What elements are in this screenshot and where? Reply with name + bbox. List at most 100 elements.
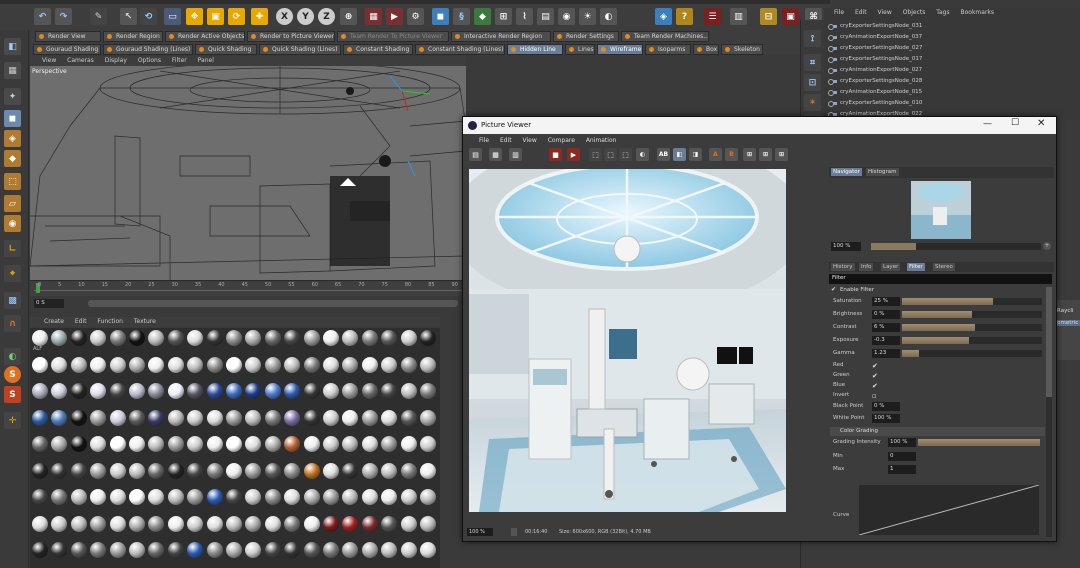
material-swatch[interactable]: [109, 489, 128, 514]
tab-render-active[interactable]: Render Active Objects: [165, 31, 245, 42]
pv-layout-c-icon[interactable]: ⊞: [775, 148, 788, 161]
material-swatch[interactable]: [323, 330, 341, 355]
material-swatch[interactable]: [342, 383, 360, 408]
status-zoom-dropdown-icon[interactable]: [511, 528, 517, 536]
material-swatch[interactable]: [206, 330, 225, 355]
material-swatch[interactable]: [420, 489, 438, 514]
solo-icon[interactable]: S: [4, 386, 21, 403]
control-slider[interactable]: [902, 311, 1042, 318]
control-white-point[interactable]: White Point 100 %: [830, 414, 1045, 424]
material-swatch[interactable]: [342, 436, 360, 461]
material-swatch[interactable]: [109, 356, 128, 382]
material-swatch[interactable]: [70, 515, 89, 541]
material-swatch[interactable]: [206, 436, 225, 461]
control-value[interactable]: 6 %: [872, 323, 900, 332]
python-icon[interactable]: ◐: [600, 8, 617, 25]
material-swatch[interactable]: [206, 515, 225, 541]
material-swatch[interactable]: [245, 489, 263, 514]
material-swatch[interactable]: [303, 515, 322, 541]
material-swatch[interactable]: [264, 436, 283, 461]
curve-graph[interactable]: [859, 485, 1039, 535]
material-swatch[interactable]: [129, 330, 147, 355]
material-swatch[interactable]: [70, 489, 89, 514]
tab-team-machines[interactable]: Team Render Machines...: [621, 31, 709, 42]
material-swatch[interactable]: [187, 436, 205, 461]
material-swatch[interactable]: [361, 542, 380, 567]
material-swatch[interactable]: [51, 383, 69, 408]
control-value[interactable]: 1.23: [872, 349, 900, 358]
script-icon[interactable]: ▥: [730, 8, 747, 25]
viewport-menu-filter[interactable]: Filter: [172, 57, 187, 64]
material-swatch[interactable]: [129, 489, 147, 514]
material-swatch[interactable]: [167, 462, 186, 488]
material-swatch[interactable]: [361, 356, 380, 382]
material-swatch[interactable]: [400, 330, 419, 355]
material-swatch[interactable]: [90, 356, 108, 382]
add-icon[interactable]: ✚: [251, 8, 268, 25]
material-swatch[interactable]: [284, 383, 302, 408]
rotate-icon[interactable]: ⟳: [228, 8, 245, 25]
close-button[interactable]: ✕: [1037, 118, 1045, 129]
material-swatch[interactable]: [381, 489, 399, 514]
material-swatch[interactable]: [148, 330, 166, 355]
z-axis-button[interactable]: Z: [318, 8, 335, 25]
material-swatch[interactable]: [303, 330, 322, 355]
material-swatch[interactable]: [245, 330, 263, 355]
object-mode-icon[interactable]: ◼: [4, 110, 21, 127]
pv-split-b-icon[interactable]: ◨: [689, 148, 702, 161]
control-min[interactable]: Min 0: [830, 452, 1045, 462]
material-swatch[interactable]: [187, 542, 205, 567]
pv-render-icon[interactable]: ▶: [567, 148, 580, 161]
control-slider[interactable]: [902, 337, 1042, 344]
material-swatch[interactable]: [226, 383, 244, 408]
material-swatch[interactable]: [109, 462, 128, 488]
camera-icon[interactable]: ◉: [558, 8, 575, 25]
material-swatch[interactable]: [400, 383, 419, 408]
status-zoom-field[interactable]: 100 %: [467, 528, 493, 536]
material-swatch[interactable]: [206, 383, 225, 408]
spline-icon[interactable]: §: [453, 8, 470, 25]
move-icon[interactable]: ✥: [186, 8, 203, 25]
tab-constant-shading-lines[interactable]: Constant Shading (Lines): [415, 44, 505, 55]
scale-icon[interactable]: ▣: [207, 8, 224, 25]
control-slider[interactable]: [902, 350, 1042, 357]
material-swatch[interactable]: [226, 462, 244, 488]
material-swatch[interactable]: [303, 462, 322, 488]
object-row[interactable]: cryExporterSettingsNode_010: [826, 99, 952, 108]
material-swatch[interactable]: [323, 462, 341, 488]
control-slider[interactable]: [918, 439, 1040, 446]
color-grading-header[interactable]: Color Grading: [830, 427, 1045, 436]
material-swatch[interactable]: [342, 462, 360, 488]
material-swatch[interactable]: [187, 409, 205, 435]
pv-compare-b-icon[interactable]: ⬚: [619, 148, 632, 161]
material-swatch[interactable]: [32, 356, 50, 382]
material-swatch[interactable]: [109, 515, 128, 541]
material-swatch[interactable]: [226, 409, 244, 435]
material-swatch[interactable]: [420, 436, 438, 461]
material-swatch[interactable]: [264, 409, 283, 435]
material-swatch[interactable]: [148, 515, 166, 541]
tab-layer[interactable]: Layer: [881, 263, 901, 271]
tab-constant-shading[interactable]: Constant Shading: [343, 44, 413, 55]
pv-menu-compare[interactable]: Compare: [548, 137, 575, 144]
material-swatch[interactable]: [381, 356, 399, 382]
material-swatch[interactable]: [264, 489, 283, 514]
navigator-zoom-field[interactable]: 100 %: [831, 242, 861, 251]
material-swatch[interactable]: [129, 515, 147, 541]
material-swatch[interactable]: [70, 436, 89, 461]
render-settings-icon[interactable]: ⚙: [407, 8, 424, 25]
redo-icon[interactable]: ↷: [55, 8, 72, 25]
material-swatch[interactable]: [109, 436, 128, 461]
material-swatch[interactable]: [264, 542, 283, 567]
material-swatch[interactable]: [226, 330, 244, 355]
pv-region-icon[interactable]: ⬚: [589, 148, 602, 161]
material-swatch[interactable]: [381, 515, 399, 541]
material-swatch[interactable]: [361, 409, 380, 435]
viewport-menu-display[interactable]: Display: [105, 57, 127, 64]
material-swatch[interactable]: [264, 515, 283, 541]
wrench-icon[interactable]: ✎: [90, 8, 107, 25]
current-frame-field[interactable]: 0 S: [34, 299, 64, 308]
material-swatch[interactable]: [400, 489, 419, 514]
material-swatch[interactable]: [323, 489, 341, 514]
material-swatch[interactable]: [381, 383, 399, 408]
